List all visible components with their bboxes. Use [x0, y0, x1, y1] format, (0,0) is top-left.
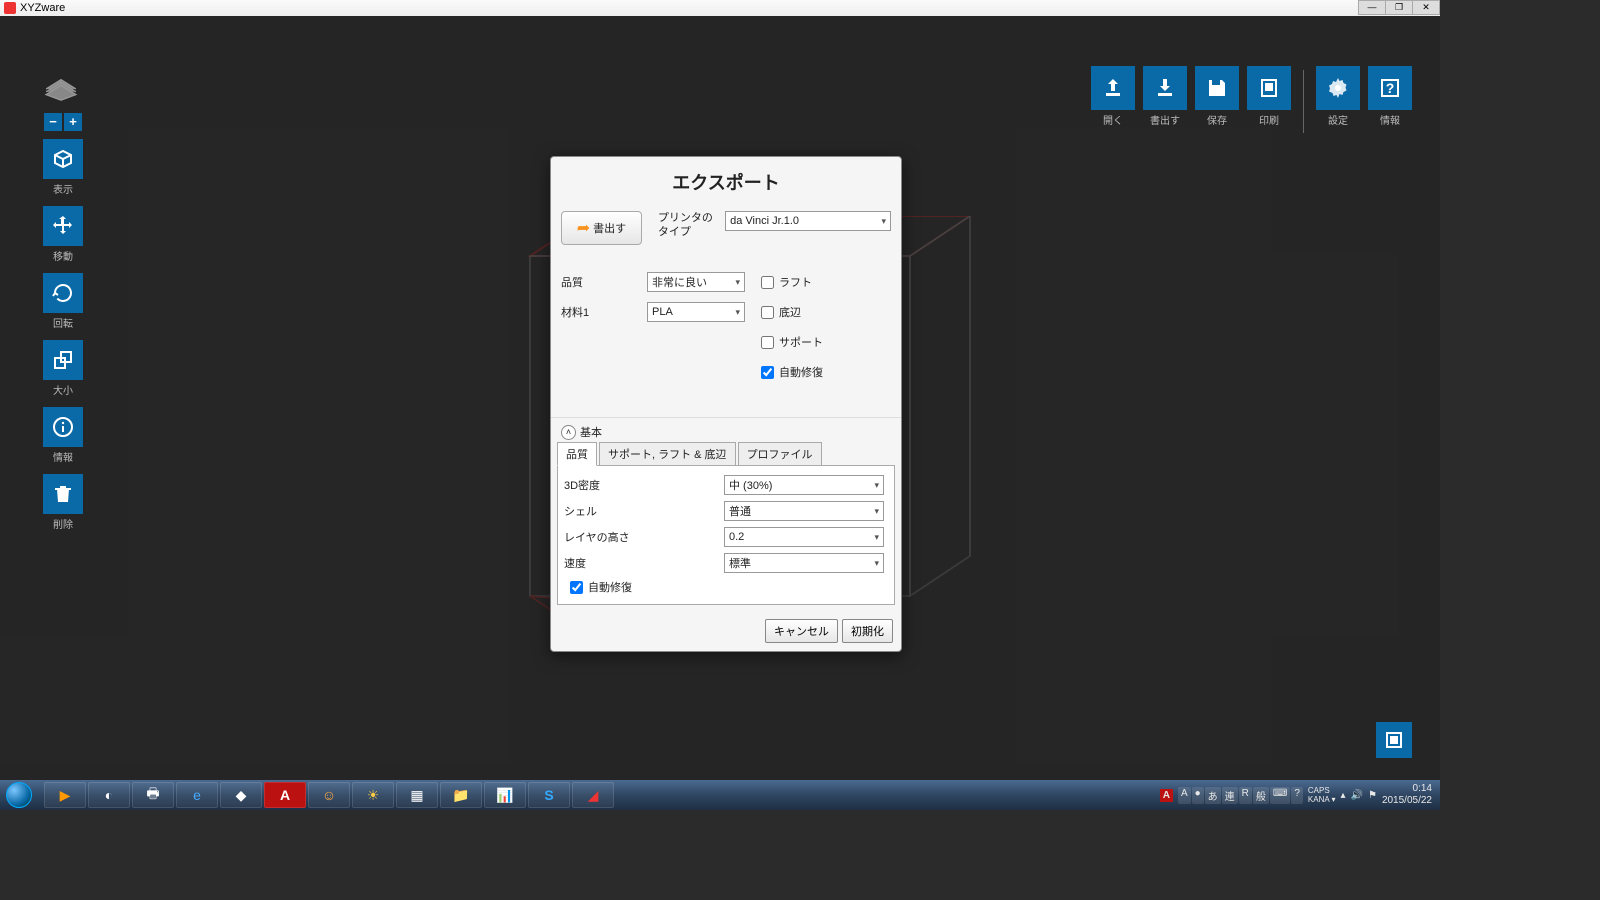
taskbar-media[interactable]: ▶	[44, 782, 86, 808]
left-toolbar: − + 表示 移動 回転 大小 情報 削除	[42, 76, 84, 541]
ime-bar[interactable]: A●あ連R般⌨?	[1178, 787, 1303, 804]
save-button[interactable]	[1195, 66, 1239, 110]
layer-label: レイヤの高さ	[564, 529, 724, 545]
minimize-button[interactable]: —	[1358, 0, 1386, 15]
speed-select[interactable]: 標準	[724, 553, 884, 573]
taskbar-explorer[interactable]: 📁	[440, 782, 482, 808]
brim-checkbox[interactable]	[761, 306, 774, 319]
taskbar-app1[interactable]: ◆	[220, 782, 262, 808]
move-button[interactable]	[43, 206, 83, 246]
system-tray: A A●あ連R般⌨? CAPSKANA ▾ ▴ 🔊 ⚑ 0:142015/05/…	[1160, 783, 1440, 807]
scale-label: 大小	[42, 382, 84, 397]
tab-support[interactable]: サポート, ラフト & 底辺	[599, 442, 736, 466]
open-label: 開く	[1091, 112, 1135, 127]
print-label: 印刷	[1247, 112, 1291, 127]
shell-select[interactable]: 普通	[724, 501, 884, 521]
tab-profile[interactable]: プロファイル	[738, 442, 822, 466]
open-button[interactable]	[1091, 66, 1135, 110]
info-button[interactable]	[43, 407, 83, 447]
autorepair-checkbox[interactable]	[761, 366, 774, 379]
taskbar-chrome[interactable]: ◐	[88, 782, 130, 808]
tab-quality[interactable]: 品質	[557, 442, 597, 466]
tray-volume-icon[interactable]: 🔊	[1351, 790, 1363, 801]
export-dialog: エクスポート ➦書出す プリンタのタイプ da Vinci Jr.1.0 品質 …	[550, 156, 902, 652]
rotate-button[interactable]	[43, 273, 83, 313]
tab-panel: 3D密度中 (30%) シェル普通 レイヤの高さ0.2 速度標準 自動修復	[557, 465, 895, 605]
material-label: 材料1	[561, 304, 639, 320]
taskbar: ▶ ◐ 🖶 e ◆ A ☺ ☀ ▦ 📁 📊 S ◢ A A●あ連R般⌨? CAP…	[0, 780, 1440, 810]
basic-label: 基本	[580, 424, 602, 440]
save-label: 保存	[1195, 112, 1239, 127]
printer-type-label: プリンタのタイプ	[658, 211, 717, 239]
delete-button[interactable]	[43, 474, 83, 514]
about-label: 情報	[1368, 112, 1412, 127]
tray-adobe-icon[interactable]: A	[1160, 789, 1173, 802]
app-icon	[4, 2, 16, 14]
taskbar-adobe[interactable]: A	[264, 782, 306, 808]
taskbar-ie[interactable]: e	[176, 782, 218, 808]
viewport: − + 表示 移動 回転 大小 情報 削除 開く 書出す 保存 印刷 設定 ? 情…	[0, 16, 1440, 780]
rotate-label: 回転	[42, 315, 84, 330]
quality-label: 品質	[561, 274, 639, 290]
cancel-button[interactable]: キャンセル	[765, 619, 838, 643]
view-label: 表示	[42, 181, 84, 196]
speed-label: 速度	[564, 555, 724, 571]
autorepair2-checkbox[interactable]	[570, 581, 583, 594]
tray-up-icon[interactable]: ▴	[1340, 790, 1345, 801]
about-button[interactable]: ?	[1368, 66, 1412, 110]
export-arrow-icon: ➦	[577, 218, 590, 238]
quality-select[interactable]: 非常に良い	[647, 272, 745, 292]
right-toolbar: 開く 書出す 保存 印刷 設定 ? 情報	[1091, 66, 1412, 137]
layer-select[interactable]: 0.2	[724, 527, 884, 547]
close-button[interactable]: ✕	[1412, 0, 1440, 15]
zoom-in-button[interactable]: +	[64, 113, 82, 131]
titlebar: XYZware — ❐ ✕	[0, 0, 1440, 16]
view-button[interactable]	[43, 139, 83, 179]
support-checkbox[interactable]	[761, 336, 774, 349]
zoom-out-button[interactable]: −	[44, 113, 62, 131]
taskbar-app2[interactable]: ☺	[308, 782, 350, 808]
windows-orb-icon	[6, 782, 32, 808]
info-label: 情報	[42, 449, 84, 464]
panel-toggle-button[interactable]	[1376, 722, 1412, 758]
export-button[interactable]	[1143, 66, 1187, 110]
taskbar-app5[interactable]: 📊	[484, 782, 526, 808]
move-label: 移動	[42, 248, 84, 263]
scale-button[interactable]	[43, 340, 83, 380]
taskbar-xyzware[interactable]: ◢	[572, 782, 614, 808]
shell-label: シェル	[564, 503, 724, 519]
reset-button[interactable]: 初期化	[842, 619, 893, 643]
clock[interactable]: 0:142015/05/22	[1382, 783, 1432, 807]
maximize-button[interactable]: ❐	[1385, 0, 1413, 15]
export-action-button[interactable]: ➦書出す	[561, 211, 642, 245]
raft-checkbox[interactable]	[761, 276, 774, 289]
taskbar-app4[interactable]: ▦	[396, 782, 438, 808]
collapse-toggle[interactable]: ˄	[561, 425, 576, 440]
window-title: XYZware	[20, 2, 65, 14]
tray-flag-icon[interactable]: ⚑	[1368, 790, 1377, 801]
svg-text:?: ?	[1386, 80, 1395, 96]
taskbar-printer[interactable]: 🖶	[132, 782, 174, 808]
print-button[interactable]	[1247, 66, 1291, 110]
printer-type-select[interactable]: da Vinci Jr.1.0	[725, 211, 891, 231]
start-button[interactable]	[0, 780, 38, 810]
settings-label: 設定	[1316, 112, 1360, 127]
settings-button[interactable]	[1316, 66, 1360, 110]
delete-label: 削除	[42, 516, 84, 531]
material-select[interactable]: PLA	[647, 302, 745, 322]
dialog-title: エクスポート	[551, 157, 901, 207]
density-select[interactable]: 中 (30%)	[724, 475, 884, 495]
taskbar-app3[interactable]: ☀	[352, 782, 394, 808]
caps-kana: CAPSKANA ▾	[1308, 786, 1336, 804]
density-label: 3D密度	[564, 477, 724, 493]
taskbar-skype[interactable]: S	[528, 782, 570, 808]
export-label: 書出す	[1143, 112, 1187, 127]
logo-icon	[42, 76, 80, 102]
